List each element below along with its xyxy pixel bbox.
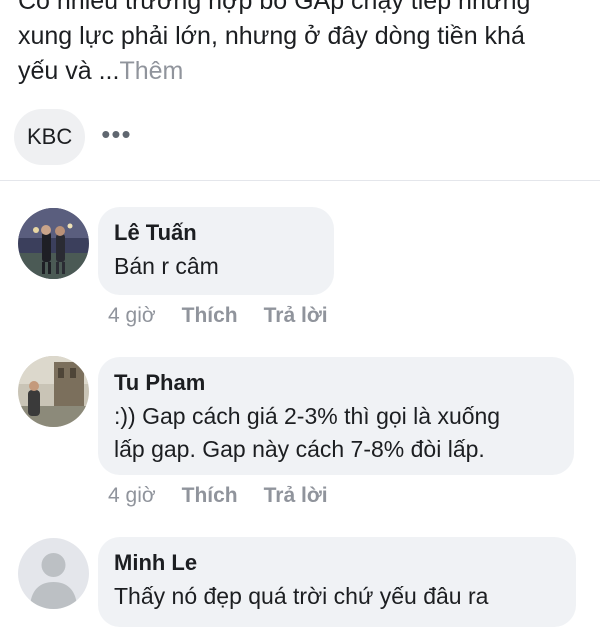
comment-text-line: lấp gap. Gap này cách 7-8% đòi lấp.: [114, 436, 485, 462]
tag-chip-kbc[interactable]: KBC: [14, 109, 86, 165]
comment-time[interactable]: 4 giờ: [108, 304, 156, 328]
avatar[interactable]: [18, 208, 89, 279]
like-button[interactable]: Thích: [182, 304, 238, 328]
reply-button[interactable]: Trả lời: [264, 304, 328, 328]
comment-bubble: Lê Tuấn Bán r câm: [98, 207, 334, 295]
like-button[interactable]: Thích: [182, 484, 238, 508]
comment-author[interactable]: Minh Le: [114, 546, 558, 580]
comment-text: :)) Gap cách giá 2-3% thì gọi là xuống l…: [114, 400, 556, 466]
comment-actions: 4 giờ Thích Trả lời: [108, 484, 354, 508]
divider: [0, 180, 600, 181]
comment-bubble: Minh Le Thấy nó đẹp quá trời chứ yếu đâu…: [98, 537, 576, 627]
tag-row: KBC •••: [14, 109, 132, 165]
avatar[interactable]: [18, 356, 89, 427]
default-avatar-icon[interactable]: [18, 538, 89, 609]
comment-bubble: Tu Pham :)) Gap cách giá 2-3% thì gọi là…: [98, 357, 574, 475]
post-text-line: Có nhiều trường hợp bò GAp chạy tiếp như…: [18, 0, 531, 15]
comment-text-line: Thấy nó đẹp quá trời chứ yếu đâu ra: [114, 583, 489, 609]
more-horizontal-icon[interactable]: •••: [101, 121, 131, 153]
comment-time[interactable]: 4 giờ: [108, 484, 156, 508]
post-text: Có nhiều trường hợp bò GAp chạy tiếp như…: [18, 0, 588, 89]
post-text-tail: yếu và ...: [18, 57, 120, 85]
comment-text: Thấy nó đẹp quá trời chứ yếu đâu ra: [114, 580, 558, 613]
comment-actions: 4 giờ Thích Trả lời: [108, 304, 354, 328]
avatar-photo: [18, 208, 89, 279]
avatar-photo: [18, 356, 89, 427]
comment-author[interactable]: Tu Pham: [114, 366, 556, 400]
comment-text-line: :)) Gap cách giá 2-3% thì gọi là xuống: [114, 403, 501, 429]
default-avatar-icon: [18, 538, 89, 609]
see-more-link[interactable]: Thêm: [119, 57, 183, 85]
reply-button[interactable]: Trả lời: [264, 484, 328, 508]
comment-author[interactable]: Lê Tuấn: [114, 216, 316, 250]
post-text-line: xung lực phải lớn, nhưng ở đây dòng tiền…: [18, 22, 525, 50]
comment-text: Bán r câm: [114, 250, 316, 283]
comment-text-line: Bán r câm: [114, 253, 219, 279]
post-text-line: yếu và ...Thêm: [18, 54, 588, 89]
